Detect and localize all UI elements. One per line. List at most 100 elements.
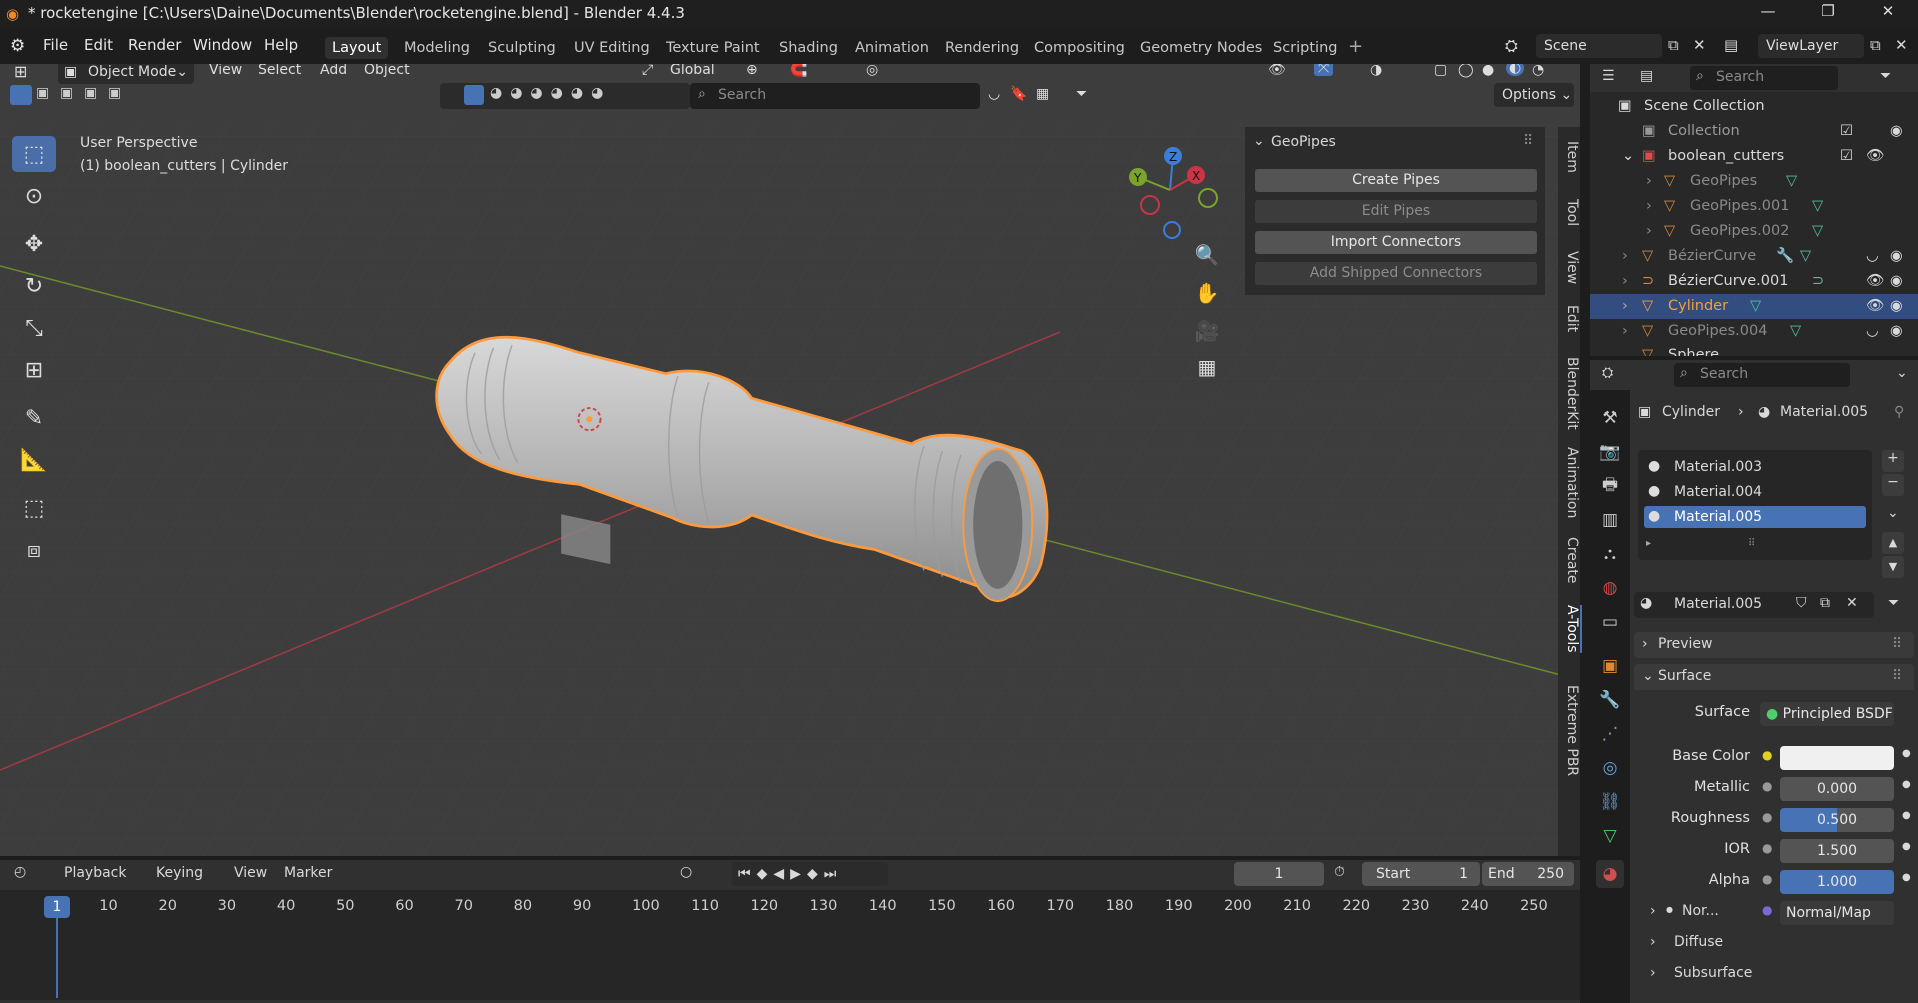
tab-geometry-nodes[interactable]: Geometry Nodes bbox=[1133, 37, 1269, 59]
tool-cursor[interactable]: ⊙ bbox=[12, 178, 56, 214]
object-tab-icon[interactable]: ▣ bbox=[1596, 652, 1624, 680]
filter-types-icon[interactable]: ◕◕◕◕◕◕ bbox=[490, 85, 611, 101]
edit-pipes-button[interactable]: Edit Pipes bbox=[1255, 200, 1537, 223]
eye-icon[interactable]: 👁 bbox=[1866, 144, 1884, 169]
material-slot-item[interactable]: ● Material.003 bbox=[1644, 456, 1866, 478]
roughness-field[interactable]: 0.500 bbox=[1780, 808, 1894, 832]
import-connectors-button[interactable]: Import Connectors bbox=[1255, 231, 1537, 254]
camera-icon[interactable]: ◉ bbox=[1890, 269, 1903, 294]
overlay-icon[interactable]: ◑ bbox=[1370, 64, 1382, 78]
menu-render[interactable]: Render bbox=[128, 36, 181, 54]
options-dropdown[interactable]: Options ⌄ bbox=[1494, 83, 1574, 107]
layout-icon[interactable]: ▦ bbox=[1036, 86, 1049, 102]
add-slot-button[interactable]: + bbox=[1882, 450, 1904, 472]
tool-add-cube[interactable]: ⬚ bbox=[12, 490, 56, 526]
outliner-row-collection[interactable]: ▣ Collection ☑ ◉ bbox=[1590, 119, 1918, 144]
properties-editor-icon[interactable]: ⛭ bbox=[1602, 365, 1613, 381]
surface-shader-field[interactable]: ● Principled BSDF bbox=[1760, 702, 1894, 726]
tab-tool[interactable]: Tool bbox=[1558, 199, 1580, 226]
ortho-grid-icon[interactable]: ▦ bbox=[1192, 352, 1222, 382]
eye-icon[interactable]: 👁 bbox=[1866, 294, 1884, 319]
visibility-icon[interactable]: 👁 bbox=[1268, 64, 1286, 78]
filter-options-icon[interactable]: ◡ bbox=[988, 86, 1000, 102]
outliner-row-cylinder[interactable]: › ▽ Cylinder ▽ 👁 ◉ bbox=[1590, 294, 1918, 319]
select-extend-icon[interactable]: ▣ bbox=[36, 85, 49, 101]
add-workspace-icon[interactable]: + bbox=[1348, 36, 1363, 57]
editor-type-icon[interactable]: ⊞ bbox=[14, 64, 27, 81]
chevron-right-icon[interactable]: › bbox=[1646, 219, 1652, 244]
outliner-editor-icon[interactable]: ☰ bbox=[1602, 68, 1615, 84]
jump-end-icon[interactable]: ⏭ bbox=[824, 866, 843, 882]
tab-rendering[interactable]: Rendering bbox=[938, 37, 1026, 59]
object-type-filter-bar[interactable]: ◕◕◕◕◕◕ bbox=[440, 83, 690, 109]
material-slot-item[interactable]: ● Material.004 bbox=[1644, 481, 1866, 503]
tool-move[interactable]: ✥ bbox=[12, 226, 56, 262]
tab-animation-side[interactable]: Animation bbox=[1558, 447, 1580, 518]
outliner-row-sphere[interactable]: ▽ Sphere bbox=[1590, 344, 1918, 356]
output-tab-icon[interactable]: 🖶 bbox=[1596, 472, 1624, 500]
properties-search-input[interactable]: ⌕ Search bbox=[1674, 363, 1850, 387]
chevron-down-icon[interactable]: ⌄ bbox=[1622, 144, 1634, 169]
tab-create[interactable]: Create bbox=[1558, 537, 1580, 584]
world-tab-icon[interactable]: ◍ bbox=[1596, 574, 1624, 602]
select-invert-icon[interactable]: ▣ bbox=[84, 85, 97, 101]
collection-tab-icon[interactable]: ▭ bbox=[1596, 608, 1624, 636]
chevron-right-icon[interactable]: › bbox=[1622, 294, 1628, 319]
add-shipped-connectors-button[interactable]: Add Shipped Connectors bbox=[1255, 262, 1537, 285]
gizmo-toggle-icon[interactable]: ⤧ bbox=[1314, 64, 1334, 76]
menu-file[interactable]: File bbox=[43, 36, 68, 54]
viewport-menu-add[interactable]: Add bbox=[320, 64, 347, 78]
snap-icon[interactable]: 🧲 bbox=[790, 64, 807, 78]
checkbox-icon[interactable]: ☑ bbox=[1840, 119, 1853, 144]
solid-shading-icon[interactable]: ● bbox=[1482, 64, 1494, 78]
xray-icon[interactable]: ▢ bbox=[1434, 64, 1447, 78]
create-pipes-button[interactable]: Create Pipes bbox=[1255, 169, 1537, 192]
chevron-right-icon[interactable]: › bbox=[1650, 965, 1656, 981]
timeline-menu-view[interactable]: View bbox=[234, 865, 267, 881]
surface-section[interactable]: ⌄ Surface ⠿ bbox=[1634, 664, 1914, 690]
fake-user-shield-icon[interactable]: ⛉ bbox=[1796, 595, 1807, 611]
mode-dropdown[interactable]: ▣ Object Mode ⌄ bbox=[58, 64, 194, 84]
tab-item[interactable]: Item bbox=[1558, 141, 1580, 173]
outliner-row-beziercurve-001[interactable]: › ⊃ BézierCurve.001 ⊃ 👁 ◉ bbox=[1590, 269, 1918, 294]
outliner-row-boolean-cutters[interactable]: ⌄ ▣ boolean_cutters ☑ 👁 bbox=[1590, 144, 1918, 169]
playback-controls[interactable]: ⏮◆◀▶◆⏭ bbox=[732, 862, 888, 886]
camera-icon[interactable]: ◉ bbox=[1890, 319, 1903, 344]
tool-transform[interactable]: ⊞ bbox=[12, 352, 56, 388]
constraints-tab-icon[interactable]: ⛓ bbox=[1596, 788, 1624, 816]
funnel-icon[interactable]: ⏷ bbox=[1076, 86, 1087, 102]
tool-extra[interactable]: ⧈ bbox=[12, 532, 56, 568]
new-view-layer-icon[interactable]: ⧉ bbox=[1870, 36, 1881, 54]
view-layer-icon[interactable]: ▤ bbox=[1724, 36, 1738, 54]
scene-selector-icon[interactable]: ⛭ bbox=[1505, 36, 1518, 56]
wireframe-shading-icon[interactable]: ◯ bbox=[1458, 64, 1474, 78]
pivot-icon[interactable]: ⊕ bbox=[746, 64, 758, 78]
end-frame-field[interactable]: End 250 bbox=[1482, 862, 1574, 886]
tab-layout[interactable]: Layout bbox=[325, 37, 389, 59]
tab-compositing[interactable]: Compositing bbox=[1027, 37, 1132, 59]
socket-grey-icon[interactable]: ● bbox=[1762, 810, 1772, 824]
material-slot-list[interactable]: ● Material.003 ● Material.004 ● Material… bbox=[1638, 450, 1872, 560]
pin-icon[interactable]: ⚲ bbox=[1894, 404, 1904, 420]
viewport-menu-view[interactable]: View bbox=[209, 64, 242, 78]
tab-texture-paint[interactable]: Texture Paint bbox=[659, 37, 767, 59]
resize-handle-icon[interactable]: ⠿ bbox=[1748, 538, 1755, 549]
tab-a-tools[interactable]: A-Tools bbox=[1558, 605, 1582, 653]
alpha-field[interactable]: 1.000 bbox=[1780, 870, 1894, 894]
view-layer-field[interactable]: ViewLayer bbox=[1758, 34, 1864, 58]
socket-grey-icon[interactable]: ● bbox=[1762, 872, 1772, 886]
unlink-x-icon[interactable]: ✕ bbox=[1846, 595, 1858, 611]
tool-annotate[interactable]: ✎ bbox=[12, 400, 56, 436]
modifier-wrench-icon[interactable]: 🔧 bbox=[1596, 686, 1624, 714]
camera-icon[interactable]: ◉ bbox=[1890, 294, 1903, 319]
menu-help[interactable]: Help bbox=[264, 36, 298, 54]
tab-modeling[interactable]: Modeling bbox=[397, 37, 477, 59]
new-scene-icon[interactable]: ⧉ bbox=[1668, 36, 1679, 54]
tool-tab-icon[interactable]: ⚒ bbox=[1596, 404, 1624, 432]
duplicate-icon[interactable]: ⧉ bbox=[1820, 595, 1830, 611]
playhead-frame-badge[interactable]: 1 bbox=[44, 896, 70, 918]
menu-edit[interactable]: Edit bbox=[84, 36, 113, 54]
subsurface-section-label[interactable]: Subsurface bbox=[1674, 965, 1752, 981]
scene-field[interactable]: Scene bbox=[1536, 34, 1662, 58]
tab-shading[interactable]: Shading bbox=[772, 37, 845, 59]
